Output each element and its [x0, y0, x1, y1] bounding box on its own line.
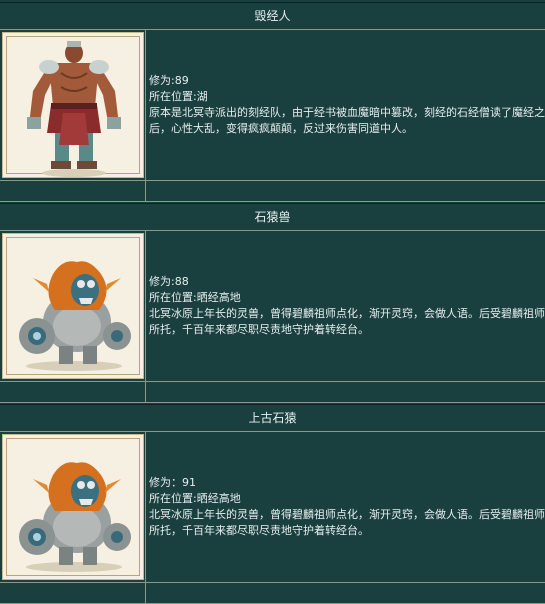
monster-body: 修为:89 所在位置:湖 原本是北冥寺派出的刻经队，由于经书被血魔暗中篡改，刻经…: [0, 29, 545, 181]
monster-description: 北冥冰原上年长的灵兽，曾得碧麟祖师点化，渐开灵窍，会做人语。后受碧麟祖师所托，千…: [149, 508, 545, 537]
monster-card: 上古石猿 修为：91 所在位置:晒经高地 北冥冰原上年长的灵兽，曾得碧麟祖师点化…: [0, 404, 545, 604]
monster-title: 上古石猿: [0, 404, 545, 431]
portrait-cell: [0, 30, 146, 180]
monster-title: 石猿兽: [0, 203, 545, 230]
stone-ape-portrait-icon: [2, 434, 144, 580]
portrait-cell: [0, 432, 146, 582]
monster-body: 修为：91 所在位置:晒经高地 北冥冰原上年长的灵兽，曾得碧麟祖师点化，渐开灵窍…: [0, 431, 545, 583]
monster-card: 石猿兽 修为:88 所在位置:晒经高地 北冥冰原上年长的灵兽，曾得碧麟祖师点化，…: [0, 203, 545, 403]
monster-location: 所在位置:晒经高地: [149, 291, 241, 304]
monster-info: 修为:89 所在位置:湖 原本是北冥寺派出的刻经队，由于经书被血魔暗中篡改，刻经…: [146, 30, 545, 180]
monster-info: 修为:88 所在位置:晒经高地 北冥冰原上年长的灵兽，曾得碧麟祖师点化，渐开灵窍…: [146, 231, 545, 381]
warrior-monk-portrait-icon: [2, 32, 144, 178]
monster-level: 修为：91: [149, 476, 196, 489]
monster-list: 毁经人 修为:89 所在位置:湖 原本是北冥寺派出的刻经队，由于经书被血魔暗中篡…: [0, 0, 545, 604]
card-footer: [0, 181, 545, 202]
portrait-cell: [0, 231, 146, 381]
monster-level: 修为:88: [149, 275, 189, 288]
card-footer: [0, 382, 545, 403]
stone-ape-portrait-icon: [2, 233, 144, 379]
monster-description: 原本是北冥寺派出的刻经队，由于经书被血魔暗中篡改，刻经的石经僧读了魔经之后，心性…: [149, 106, 545, 135]
monster-card: 毁经人 修为:89 所在位置:湖 原本是北冥寺派出的刻经队，由于经书被血魔暗中篡…: [0, 2, 545, 202]
monster-location: 所在位置:晒经高地: [149, 492, 241, 505]
monster-info: 修为：91 所在位置:晒经高地 北冥冰原上年长的灵兽，曾得碧麟祖师点化，渐开灵窍…: [146, 432, 545, 582]
monster-title: 毁经人: [0, 2, 545, 29]
monster-description: 北冥冰原上年长的灵兽，曾得碧麟祖师点化，渐开灵窍，会做人语。后受碧麟祖师所托，千…: [149, 307, 545, 336]
monster-level: 修为:89: [149, 74, 189, 87]
monster-location: 所在位置:湖: [149, 90, 208, 103]
card-footer: [0, 583, 545, 604]
monster-body: 修为:88 所在位置:晒经高地 北冥冰原上年长的灵兽，曾得碧麟祖师点化，渐开灵窍…: [0, 230, 545, 382]
